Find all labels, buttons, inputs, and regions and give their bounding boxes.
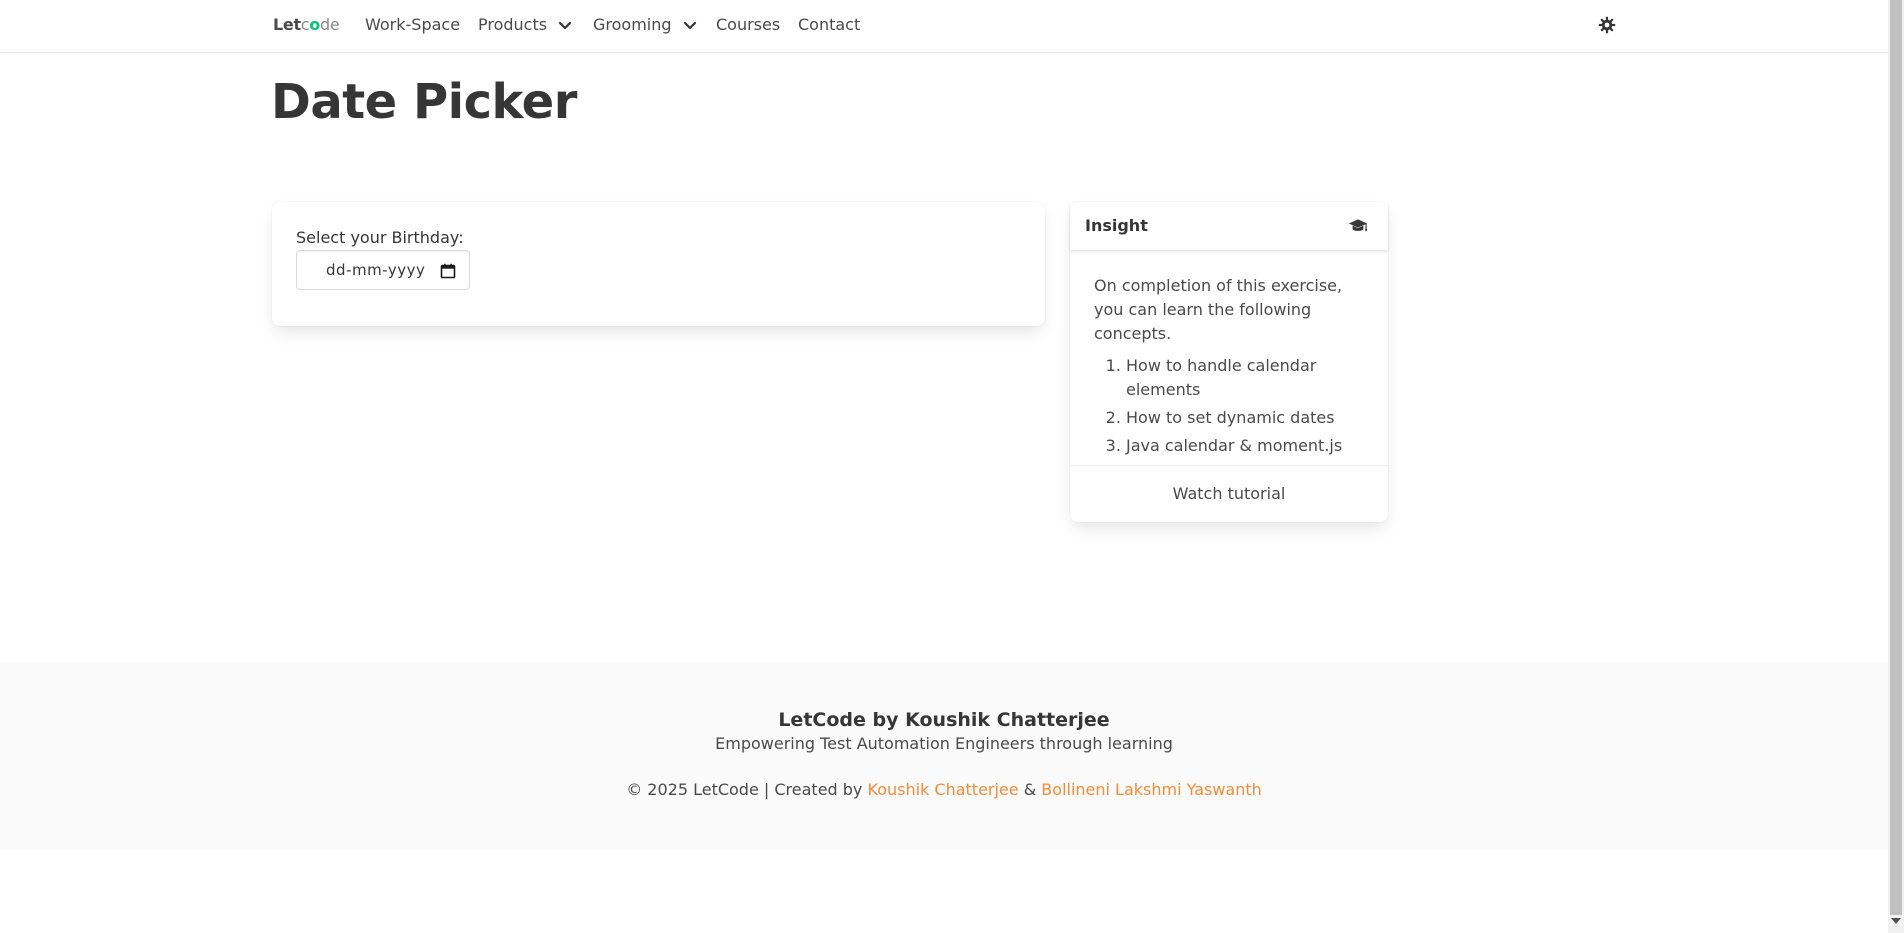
insight-body: On completion of this exercise, you can … <box>1094 274 1366 462</box>
list-item: Java calendar & moment.js <box>1126 434 1366 458</box>
brand-text-let: Let <box>273 15 301 34</box>
graduation-cap-icon <box>1348 219 1368 231</box>
birthday-date-input[interactable]: dd-mm-yyyy <box>296 250 470 290</box>
nav-item-label: Grooming <box>593 15 672 34</box>
nav-item-label: Products <box>478 15 548 34</box>
gear-icon[interactable] <box>1598 16 1616 34</box>
scrollbar-thumb[interactable] <box>1890 0 1902 915</box>
watch-tutorial-link[interactable]: Watch tutorial <box>1173 484 1286 503</box>
date-placeholder: dd-mm-yyyy <box>326 261 426 279</box>
insight-header: Insight <box>1070 202 1388 250</box>
chevron-down-icon <box>683 21 696 29</box>
navbar: Letcode Work-Space Products Grooming Cou… <box>0 0 1888 53</box>
nav-item-label: Contact <box>798 15 861 34</box>
list-item: How to handle calendar elements <box>1126 354 1366 402</box>
brand-text-dot: o <box>309 15 320 34</box>
author-link-bollineni[interactable]: Bollineni Lakshmi Yaswanth <box>1041 780 1262 799</box>
author-separator: & <box>1023 780 1037 799</box>
date-picker-card: Select your Birthday: dd-mm-yyyy <box>272 202 1045 326</box>
nav-item-courses[interactable]: Courses <box>716 15 780 34</box>
concept-list: How to handle calendar elements How to s… <box>1094 354 1366 458</box>
nav-item-label: Work-Space <box>365 15 461 34</box>
calendar-icon[interactable] <box>440 263 456 279</box>
footer-title: LetCode by Koushik Chatterjee <box>778 709 1110 731</box>
chevron-down-icon <box>559 21 572 29</box>
page-title: Date Picker <box>271 74 577 130</box>
nav-item-products[interactable]: Products <box>478 15 572 34</box>
nav-item-grooming[interactable]: Grooming <box>593 15 697 34</box>
footer-copyright: © 2025 LetCode | Created by Koushik Chat… <box>0 780 1888 799</box>
page: Letcode Work-Space Products Grooming Cou… <box>0 0 1888 933</box>
birthday-label: Select your Birthday: <box>296 228 464 247</box>
author-link-koushik[interactable]: Koushik Chatterjee <box>868 780 1019 799</box>
copyright-text: © 2025 LetCode | Created by <box>626 780 863 799</box>
insight-card: Insight On completion of this exercise, … <box>1070 202 1388 522</box>
insight-title: Insight <box>1085 216 1148 235</box>
nav-item-label: Courses <box>716 15 781 34</box>
site-footer: LetCode by Koushik Chatterjee Empowering… <box>0 663 1888 850</box>
brand-text-de: de <box>320 15 340 34</box>
footer-subtitle: Empowering Test Automation Engineers thr… <box>715 734 1173 753</box>
brand-logo[interactable]: Letcode <box>273 15 340 34</box>
insight-footer: Watch tutorial <box>1070 465 1388 523</box>
scroll-down-arrow-icon[interactable] <box>1891 918 1901 924</box>
nav-item-workspace[interactable]: Work-Space <box>365 15 460 34</box>
list-item: How to set dynamic dates <box>1126 406 1366 430</box>
nav-item-contact[interactable]: Contact <box>798 15 860 34</box>
insight-intro: On completion of this exercise, you can … <box>1094 276 1343 343</box>
